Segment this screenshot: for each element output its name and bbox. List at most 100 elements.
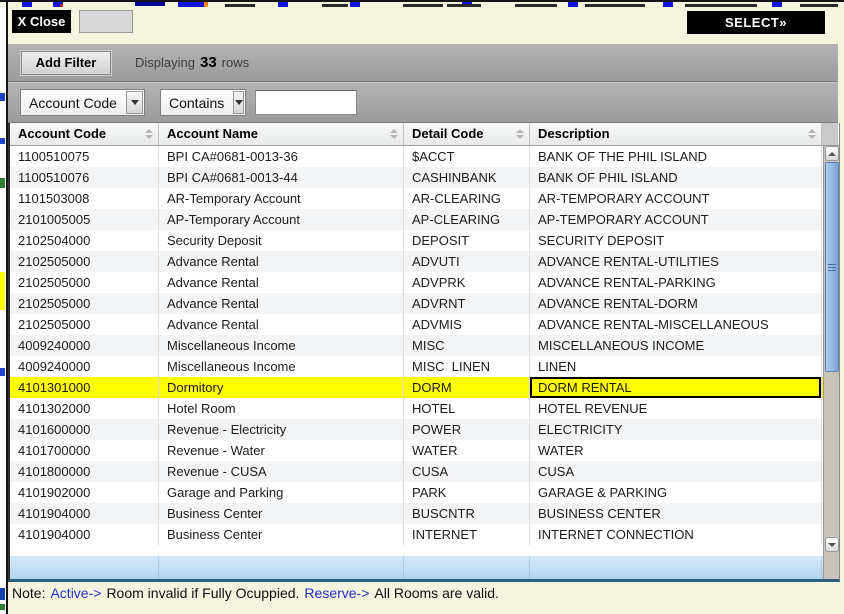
table-row[interactable]: 4101301000DormitoryDORMDORM RENTAL <box>10 377 823 398</box>
table-cell[interactable]: ELECTRICITY <box>530 419 822 440</box>
table-cell[interactable]: AP-Temporary Account <box>159 209 404 230</box>
table-cell[interactable]: Revenue - Electricity <box>159 419 404 440</box>
table-cell[interactable]: MISCELLANEOUS INCOME <box>530 335 822 356</box>
table-row[interactable]: 2102505000Advance RentalADVUTIADVANCE RE… <box>10 251 823 272</box>
table-row[interactable]: 1100510076BPI CA#0681-0013-44CASHINBANKB… <box>10 167 823 188</box>
scroll-up-button[interactable] <box>825 146 839 161</box>
table-cell[interactable]: 2102505000 <box>10 314 159 335</box>
table-cell[interactable]: BANK OF THE PHIL ISLAND <box>530 146 822 167</box>
table-cell[interactable]: 2102505000 <box>10 272 159 293</box>
table-row[interactable]: 4009240000Miscellaneous IncomeMISC LINEN… <box>10 356 823 377</box>
table-cell[interactable]: 2102505000 <box>10 293 159 314</box>
table-row[interactable]: 4101700000Revenue - WaterWATERWATER <box>10 440 823 461</box>
table-cell[interactable]: AP-TEMPORARY ACCOUNT <box>530 209 822 230</box>
table-cell[interactable]: 4101800000 <box>10 461 159 482</box>
table-row[interactable]: 2102505000Advance RentalADVRNTADVANCE RE… <box>10 293 823 314</box>
table-cell[interactable]: BPI CA#0681-0013-44 <box>159 167 404 188</box>
table-cell[interactable]: DEPOSIT <box>404 230 530 251</box>
column-header-account-name[interactable]: Account Name <box>159 123 404 145</box>
table-cell[interactable]: CUSA <box>404 461 530 482</box>
table-cell[interactable]: BUSCNTR <box>404 503 530 524</box>
table-cell[interactable]: AR-TEMPORARY ACCOUNT <box>530 188 822 209</box>
table-cell[interactable]: WATER <box>530 440 822 461</box>
table-row[interactable]: 1101503008AR-Temporary AccountAR-CLEARIN… <box>10 188 823 209</box>
chevron-down-icon[interactable] <box>233 91 244 114</box>
table-cell[interactable]: 4101301000 <box>10 377 159 398</box>
table-cell[interactable]: Business Center <box>159 503 404 524</box>
table-row[interactable]: 4101904000Business CenterINTERNETINTERNE… <box>10 524 823 545</box>
table-cell[interactable]: 2102504000 <box>10 230 159 251</box>
table-cell[interactable]: SECURITY DEPOSIT <box>530 230 822 251</box>
table-cell[interactable]: 2101005005 <box>10 209 159 230</box>
filter-operator-dropdown[interactable]: Contains <box>160 89 246 116</box>
close-button[interactable]: X Close <box>12 10 71 33</box>
table-cell[interactable]: Revenue - CUSA <box>159 461 404 482</box>
table-row[interactable]: 4101904000Business CenterBUSCNTRBUSINESS… <box>10 503 823 524</box>
table-cell[interactable]: AP-CLEARING <box>404 209 530 230</box>
table-cell[interactable]: AR-CLEARING <box>404 188 530 209</box>
table-cell[interactable]: HOTEL REVENUE <box>530 398 822 419</box>
table-cell[interactable]: AR-Temporary Account <box>159 188 404 209</box>
table-cell[interactable]: Advance Rental <box>159 251 404 272</box>
table-cell[interactable]: Advance Rental <box>159 272 404 293</box>
table-cell[interactable]: 1101503008 <box>10 188 159 209</box>
table-cell[interactable]: WATER <box>404 440 530 461</box>
table-cell[interactable]: ADVANCE RENTAL-UTILITIES <box>530 251 822 272</box>
table-cell[interactable]: Hotel Room <box>159 398 404 419</box>
table-cell[interactable]: 2102505000 <box>10 251 159 272</box>
table-cell[interactable]: DORM <box>404 377 530 398</box>
table-row[interactable]: 1100510075BPI CA#0681-0013-36$ACCTBANK O… <box>10 146 823 167</box>
table-cell[interactable]: $ACCT <box>404 146 530 167</box>
table-cell[interactable]: Revenue - Water <box>159 440 404 461</box>
table-cell[interactable]: ADVANCE RENTAL-DORM <box>530 293 822 314</box>
scroll-down-button[interactable] <box>825 537 839 552</box>
table-cell[interactable]: GARAGE & PARKING <box>530 482 822 503</box>
table-cell[interactable]: INTERNET CONNECTION <box>530 524 822 545</box>
table-cell[interactable]: Miscellaneous Income <box>159 356 404 377</box>
table-cell[interactable]: CASHINBANK <box>404 167 530 188</box>
table-row[interactable]: 4101302000Hotel RoomHOTELHOTEL REVENUE <box>10 398 823 419</box>
reserve-link[interactable]: Reserve-> <box>304 585 369 601</box>
table-cell[interactable]: ADVANCE RENTAL-MISCELLANEOUS <box>530 314 822 335</box>
table-row[interactable]: 2102504000Security DepositDEPOSITSECURIT… <box>10 230 823 251</box>
table-row[interactable]: 4101800000Revenue - CUSACUSACUSA <box>10 461 823 482</box>
table-cell[interactable]: BUSINESS CENTER <box>530 503 822 524</box>
add-filter-button[interactable]: Add Filter <box>21 51 111 75</box>
table-row[interactable]: 4101902000Garage and ParkingPARKGARAGE &… <box>10 482 823 503</box>
table-cell[interactable]: BANK OF PHIL ISLAND <box>530 167 822 188</box>
scrollbar-thumb[interactable] <box>825 162 839 372</box>
table-cell[interactable]: INTERNET <box>404 524 530 545</box>
table-cell[interactable]: PARK <box>404 482 530 503</box>
table-cell[interactable]: Advance Rental <box>159 314 404 335</box>
select-button[interactable]: SELECT» <box>687 11 825 34</box>
table-cell[interactable]: CUSA <box>530 461 822 482</box>
table-cell[interactable]: Security Deposit <box>159 230 404 251</box>
table-row[interactable]: 2102505000Advance RentalADVPRKADVANCE RE… <box>10 272 823 293</box>
table-cell[interactable]: 4101902000 <box>10 482 159 503</box>
table-cell[interactable]: DORM RENTAL <box>530 377 822 398</box>
table-cell[interactable]: Miscellaneous Income <box>159 335 404 356</box>
table-cell[interactable]: 4101904000 <box>10 524 159 545</box>
table-cell[interactable]: Dormitory <box>159 377 404 398</box>
table-cell[interactable]: MISC <box>404 335 530 356</box>
table-cell[interactable]: 1100510076 <box>10 167 159 188</box>
table-cell[interactable]: ADVANCE RENTAL-PARKING <box>530 272 822 293</box>
table-cell[interactable]: ADVPRK <box>404 272 530 293</box>
vertical-scrollbar[interactable] <box>823 146 839 579</box>
table-cell[interactable]: Advance Rental <box>159 293 404 314</box>
table-cell[interactable]: BPI CA#0681-0013-36 <box>159 146 404 167</box>
table-cell[interactable]: HOTEL <box>404 398 530 419</box>
table-cell[interactable]: POWER <box>404 419 530 440</box>
table-cell[interactable]: 4009240000 <box>10 356 159 377</box>
column-header-description[interactable]: Description <box>530 123 822 145</box>
table-cell[interactable]: 4009240000 <box>10 335 159 356</box>
table-row[interactable]: 2101005005AP-Temporary AccountAP-CLEARIN… <box>10 209 823 230</box>
table-cell[interactable]: MISC LINEN <box>404 356 530 377</box>
filter-field-dropdown[interactable]: Account Code <box>20 89 145 116</box>
table-row[interactable]: 4101600000Revenue - ElectricityPOWERELEC… <box>10 419 823 440</box>
column-header-detail-code[interactable]: Detail Code <box>404 123 530 145</box>
table-cell[interactable]: 4101904000 <box>10 503 159 524</box>
blank-button[interactable] <box>79 10 133 33</box>
table-cell[interactable]: ADVRNT <box>404 293 530 314</box>
table-cell[interactable]: Business Center <box>159 524 404 545</box>
